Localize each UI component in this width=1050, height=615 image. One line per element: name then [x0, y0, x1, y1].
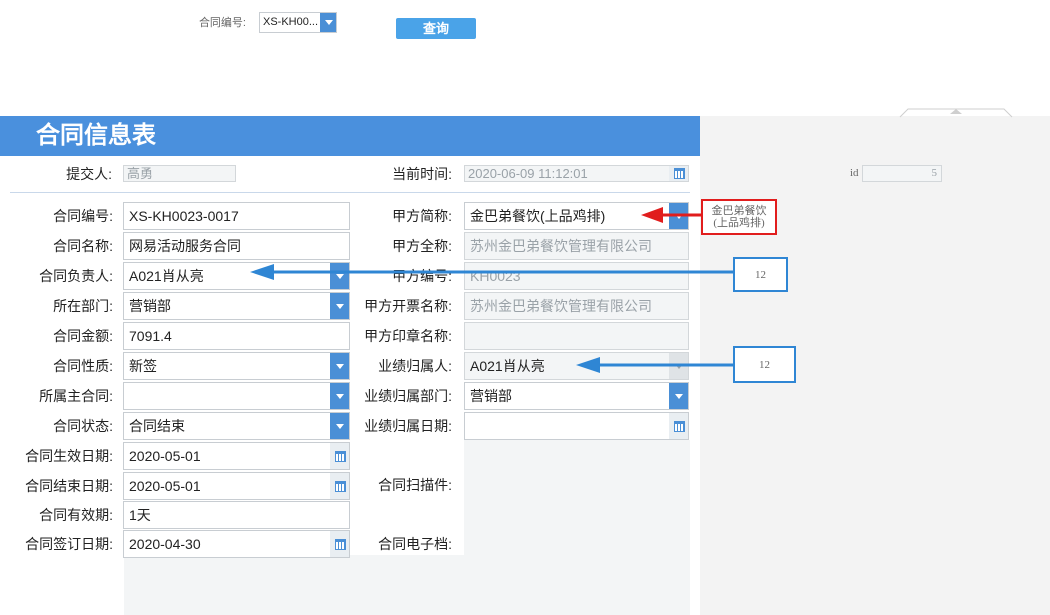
title-bar: 合同信息表 — [0, 116, 700, 156]
calendar-icon[interactable] — [669, 413, 688, 439]
id-field: 5 — [862, 165, 942, 182]
validity-label: 合同有效期: — [39, 507, 113, 523]
annotation-blue-box-1: 12 — [733, 257, 788, 292]
performance-owner-label: 业绩归属人: — [378, 358, 452, 374]
party-a-code-label: 甲方编号: — [392, 268, 452, 284]
query-contract-no-label: 合同编号: — [198, 17, 246, 29]
annotation-blue-box-2: 12 — [733, 346, 796, 383]
party-a-full-field: 苏州金巴弟餐饮管理有限公司 — [464, 232, 689, 260]
chevron-down-icon[interactable] — [330, 293, 349, 319]
contract-no-label: 合同编号: — [53, 208, 113, 224]
end-date-field[interactable]: 2020-05-01 — [123, 472, 350, 500]
chevron-down-icon[interactable] — [330, 263, 349, 289]
calendar-icon[interactable] — [330, 443, 349, 469]
contract-no-field[interactable]: XS-KH0023-0017 — [123, 202, 350, 230]
calendar-icon[interactable] — [330, 531, 349, 557]
parent-contract-select[interactable] — [123, 382, 350, 410]
current-time-label: 当前时间: — [392, 166, 452, 182]
party-a-short-value: 金巴弟餐饮(上品鸡排) — [470, 208, 606, 224]
chevron-down-icon[interactable] — [320, 13, 336, 32]
contract-amount-label: 合同金额: — [53, 328, 113, 344]
performance-date-field[interactable] — [464, 412, 689, 440]
party-a-code-field: KH0023 — [464, 262, 689, 290]
party-a-short-label: 甲方简称: — [392, 208, 452, 224]
performance-owner-value: A021肖从亮 — [470, 358, 545, 374]
chevron-down-icon[interactable] — [669, 383, 688, 409]
contract-status-select[interactable]: 合同结束 — [123, 412, 350, 440]
annotation-red-box: 金巴弟餐饮(上品鸡排) — [701, 199, 777, 235]
contract-owner-value: A021肖从亮 — [129, 268, 204, 284]
performance-dept-label: 业绩归属部门: — [364, 388, 452, 404]
contract-nature-label: 合同性质: — [53, 358, 113, 374]
e-copy-label: 合同电子档: — [378, 536, 452, 552]
contract-name-label: 合同名称: — [53, 238, 113, 254]
query-contract-no-value: XS-KH00... — [263, 16, 319, 28]
performance-dept-value: 营销部 — [470, 388, 512, 404]
scan-copy-label: 合同扫描件: — [378, 477, 452, 493]
query-button[interactable]: 查询 — [396, 18, 476, 39]
party-a-short-select[interactable]: 金巴弟餐饮(上品鸡排) — [464, 202, 689, 230]
collapse-handle[interactable] — [898, 106, 1014, 118]
contract-amount-field[interactable]: 7091.4 — [123, 322, 350, 350]
effective-date-label: 合同生效日期: — [25, 448, 113, 464]
contract-name-field[interactable]: 网易活动服务合同 — [123, 232, 350, 260]
effective-date-value: 2020-05-01 — [129, 448, 201, 464]
sign-date-value: 2020-04-30 — [129, 536, 201, 552]
contract-nature-select[interactable]: 新签 — [123, 352, 350, 380]
calendar-icon[interactable] — [669, 166, 688, 181]
contract-nature-value: 新签 — [129, 358, 157, 374]
chevron-down-icon[interactable] — [330, 353, 349, 379]
performance-date-label: 业绩归属日期: — [364, 418, 452, 434]
contract-status-value: 合同结束 — [129, 418, 185, 434]
end-date-label: 合同结束日期: — [25, 478, 113, 494]
contract-status-label: 合同状态: — [53, 418, 113, 434]
submitter-label: 提交人: — [66, 166, 112, 182]
department-value: 营销部 — [129, 298, 171, 314]
effective-date-field[interactable]: 2020-05-01 — [123, 442, 350, 470]
sign-date-label: 合同签订日期: — [25, 536, 113, 552]
calendar-icon[interactable] — [330, 473, 349, 499]
party-a-invoice-label: 甲方开票名称: — [364, 298, 452, 314]
performance-dept-select[interactable]: 营销部 — [464, 382, 689, 410]
party-a-seal-field — [464, 322, 689, 350]
parent-contract-label: 所属主合同: — [39, 388, 113, 404]
department-label: 所在部门: — [53, 298, 113, 314]
contract-owner-label: 合同负责人: — [39, 268, 113, 284]
party-a-seal-label: 甲方印章名称: — [364, 328, 452, 344]
performance-owner-select[interactable]: A021肖从亮 — [464, 352, 689, 380]
chevron-down-icon[interactable] — [669, 203, 688, 229]
id-label: id — [850, 167, 859, 179]
current-time-field: 2020-06-09 11:12:01 — [464, 165, 689, 182]
validity-field[interactable]: 1天 — [123, 501, 350, 529]
party-a-full-label: 甲方全称: — [392, 238, 452, 254]
submitter-field: 高勇 — [123, 165, 236, 182]
divider — [10, 192, 690, 193]
department-select[interactable]: 营销部 — [123, 292, 350, 320]
page-title: 合同信息表 — [36, 122, 156, 149]
chevron-down-icon[interactable] — [330, 383, 349, 409]
end-date-value: 2020-05-01 — [129, 478, 201, 494]
scan-area-bg — [464, 440, 690, 615]
party-a-invoice-field: 苏州金巴弟餐饮管理有限公司 — [464, 292, 689, 320]
sign-date-field[interactable]: 2020-04-30 — [123, 530, 350, 558]
query-contract-no-select[interactable]: XS-KH00... — [259, 12, 337, 33]
chevron-down-icon[interactable] — [330, 413, 349, 439]
chevron-down-icon[interactable] — [669, 353, 688, 379]
contract-owner-select[interactable]: A021肖从亮 — [123, 262, 350, 290]
current-time-value: 2020-06-09 11:12:01 — [468, 166, 588, 181]
